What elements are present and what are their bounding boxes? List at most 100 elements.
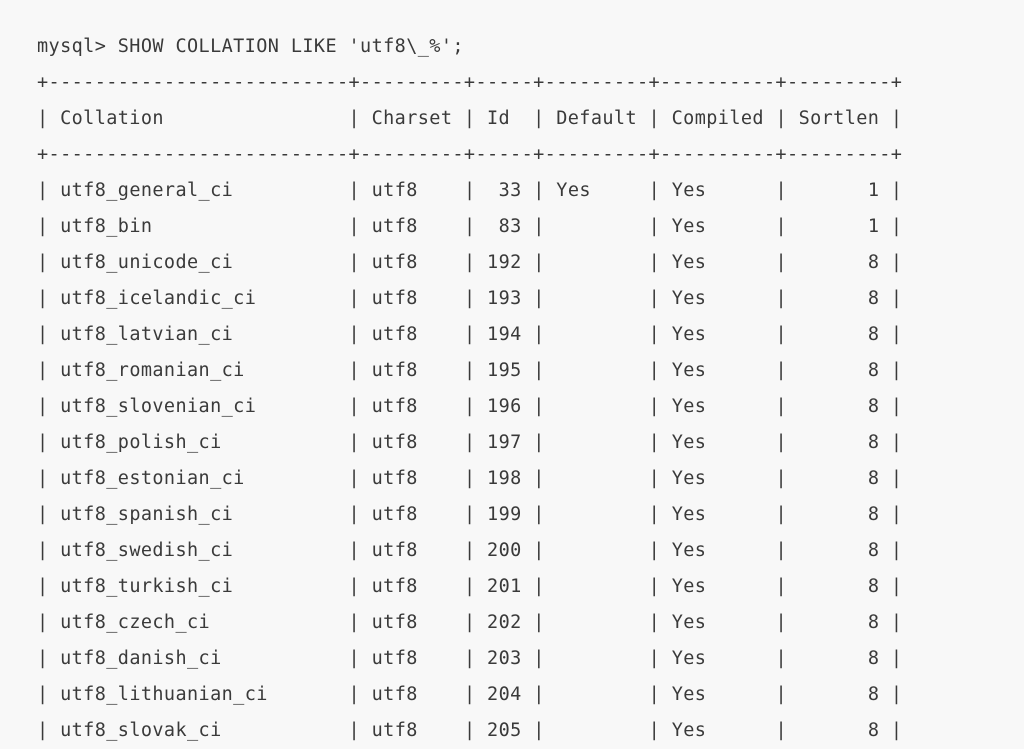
table-row: | utf8_bin | utf8 | 83 | | Yes | 1 |	[37, 216, 903, 237]
column-header-sortlen: Sortlen	[798, 108, 880, 129]
cell-collation: utf8_estonian_ci	[60, 468, 245, 489]
table-border-top: +--------------------------+---------+--…	[37, 72, 903, 93]
cell-id: 203	[487, 648, 522, 669]
cell-compiled: Yes	[671, 504, 707, 525]
cell-id: 195	[487, 360, 522, 381]
column-header-default: Default	[556, 108, 637, 129]
cell-id: 204	[487, 684, 522, 705]
table-row: | utf8_swedish_ci | utf8 | 200 | | Yes |…	[37, 540, 903, 561]
cell-sortlen: 8	[867, 612, 880, 633]
cell-compiled: Yes	[671, 468, 707, 489]
cell-collation: utf8_general_ci	[60, 180, 234, 201]
table-row: | utf8_danish_ci | utf8 | 203 | | Yes | …	[37, 648, 903, 669]
cell-collation: utf8_slovak_ci	[60, 720, 222, 741]
cell-id: 202	[487, 612, 522, 633]
cell-id: 198	[487, 468, 522, 489]
cell-collation: utf8_lithuanian_ci	[60, 684, 268, 705]
table-row: | utf8_icelandic_ci | utf8 | 193 | | Yes…	[37, 288, 903, 309]
cell-compiled: Yes	[671, 432, 707, 453]
cell-id: 201	[487, 576, 522, 597]
cell-sortlen: 8	[867, 324, 880, 345]
cell-id: 193	[487, 288, 522, 309]
table-row: | utf8_general_ci | utf8 | 33 | Yes | Ye…	[37, 180, 903, 201]
cell-compiled: Yes	[671, 720, 707, 741]
sql-command: SHOW COLLATION LIKE 'utf8\_%';	[117, 36, 464, 57]
cell-id: 205	[487, 720, 522, 741]
cell-compiled: Yes	[671, 684, 707, 705]
cell-charset: utf8	[371, 576, 418, 597]
cell-charset: utf8	[371, 504, 418, 525]
cell-compiled: Yes	[671, 648, 707, 669]
cell-sortlen: 1	[867, 216, 880, 237]
column-header-compiled: Compiled	[671, 108, 764, 129]
cell-charset: utf8	[371, 180, 418, 201]
cell-charset: utf8	[371, 396, 418, 417]
cell-compiled: Yes	[671, 216, 707, 237]
cell-collation: utf8_swedish_ci	[60, 540, 234, 561]
cell-sortlen: 8	[867, 648, 880, 669]
table-row: | utf8_spanish_ci | utf8 | 199 | | Yes |…	[37, 504, 903, 525]
cell-sortlen: 8	[867, 396, 880, 417]
cell-sortlen: 1	[867, 180, 880, 201]
cell-id: 196	[487, 396, 522, 417]
cell-charset: utf8	[371, 684, 418, 705]
cell-charset: utf8	[371, 432, 418, 453]
table-row: | utf8_slovenian_ci | utf8 | 196 | | Yes…	[37, 396, 903, 417]
cell-charset: utf8	[371, 612, 418, 633]
cell-collation: utf8_bin	[60, 216, 153, 237]
cell-compiled: Yes	[671, 288, 707, 309]
cell-sortlen: 8	[867, 576, 880, 597]
table-row: | utf8_lithuanian_ci | utf8 | 204 | | Ye…	[37, 684, 903, 705]
column-header-charset: Charset	[371, 108, 453, 129]
cell-charset: utf8	[371, 216, 418, 237]
cell-collation: utf8_romanian_ci	[60, 360, 245, 381]
cell-sortlen: 8	[867, 540, 880, 561]
cell-compiled: Yes	[671, 612, 707, 633]
table-row: | utf8_unicode_ci | utf8 | 192 | | Yes |…	[37, 252, 903, 273]
mysql-prompt: mysql>	[37, 36, 118, 57]
cell-charset: utf8	[371, 720, 418, 741]
table-row: | utf8_polish_ci | utf8 | 197 | | Yes | …	[37, 432, 903, 453]
cell-charset: utf8	[371, 360, 418, 381]
cell-compiled: Yes	[671, 360, 707, 381]
cell-collation: utf8_danish_ci	[60, 648, 222, 669]
cell-sortlen: 8	[867, 720, 880, 741]
cell-compiled: Yes	[671, 180, 707, 201]
cell-id: 192	[487, 252, 522, 273]
table-body: | utf8_general_ci | utf8 | 33 | Yes | Ye…	[37, 173, 1017, 749]
cell-compiled: Yes	[671, 252, 707, 273]
cell-collation: utf8_turkish_ci	[60, 576, 234, 597]
column-header-collation: Collation	[60, 108, 164, 129]
table-row: | utf8_estonian_ci | utf8 | 198 | | Yes …	[37, 468, 903, 489]
terminal-output: mysql> SHOW COLLATION LIKE 'utf8\_%'; +-…	[37, 29, 1017, 749]
table-row: | utf8_turkish_ci | utf8 | 201 | | Yes |…	[37, 576, 903, 597]
column-header-id: Id	[487, 108, 511, 129]
cell-id: 197	[487, 432, 522, 453]
table-border-header: +--------------------------+---------+--…	[37, 144, 903, 165]
cell-charset: utf8	[371, 468, 418, 489]
cell-collation: utf8_czech_ci	[60, 612, 211, 633]
cell-default: Yes	[556, 180, 591, 201]
table-header-row: | Collation | Charset | Id | Default | C…	[37, 108, 903, 129]
cell-sortlen: 8	[867, 504, 880, 525]
cell-sortlen: 8	[867, 360, 880, 381]
cell-collation: utf8_icelandic_ci	[60, 288, 257, 309]
cell-compiled: Yes	[671, 396, 707, 417]
cell-collation: utf8_polish_ci	[60, 432, 222, 453]
cell-collation: utf8_unicode_ci	[60, 252, 234, 273]
table-row: | utf8_slovak_ci | utf8 | 205 | | Yes | …	[37, 720, 903, 741]
cell-compiled: Yes	[671, 576, 707, 597]
cell-compiled: Yes	[671, 540, 707, 561]
cell-id: 33	[498, 180, 522, 201]
cell-charset: utf8	[371, 540, 418, 561]
table-row: | utf8_latvian_ci | utf8 | 194 | | Yes |…	[37, 324, 903, 345]
cell-id: 200	[487, 540, 522, 561]
cell-sortlen: 8	[867, 252, 880, 273]
cell-charset: utf8	[371, 288, 418, 309]
cell-compiled: Yes	[671, 324, 707, 345]
table-row: | utf8_czech_ci | utf8 | 202 | | Yes | 8…	[37, 612, 903, 633]
command-line: mysql> SHOW COLLATION LIKE 'utf8\_%';	[37, 29, 1017, 65]
cell-charset: utf8	[371, 252, 418, 273]
cell-charset: utf8	[371, 648, 418, 669]
cell-collation: utf8_slovenian_ci	[60, 396, 257, 417]
